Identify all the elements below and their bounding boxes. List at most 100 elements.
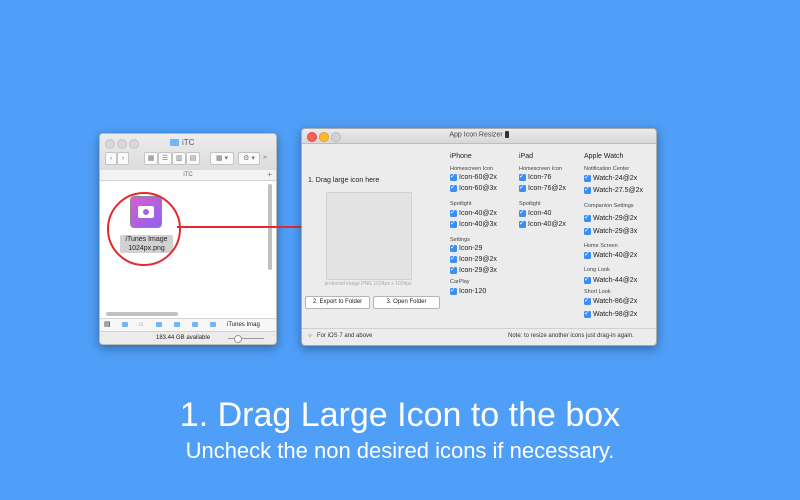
checkbox-checked-icon bbox=[584, 296, 591, 305]
checkbox-watch-40-2x[interactable]: Watch-40@2x bbox=[584, 250, 638, 259]
checkbox-label: Icon-40@2x bbox=[528, 221, 566, 228]
checkbox-icon-60-3x[interactable]: Icon-60@3x bbox=[450, 183, 497, 192]
slider-knob[interactable] bbox=[234, 335, 242, 343]
checkbox-watch-27-5-2x[interactable]: Watch-27.5@2x bbox=[584, 185, 643, 194]
ios-version-note: For iOS 7 and above bbox=[317, 333, 373, 339]
open-folder-button[interactable]: 3. Open Folder bbox=[373, 296, 440, 309]
icon-view-button[interactable]: ▦ bbox=[144, 152, 158, 165]
headline-caption: 1. Drag Large Icon to the box bbox=[179, 396, 621, 434]
app-title: App Icon Resizer bbox=[302, 131, 656, 138]
arrange-button[interactable]: ▦ ▾ bbox=[210, 152, 234, 165]
path-header: iTC bbox=[100, 170, 276, 181]
checkbox-checked-icon bbox=[450, 172, 457, 181]
checkbox-label: Icon-76 bbox=[528, 174, 552, 181]
path-folder-icon[interactable] bbox=[122, 322, 128, 327]
path-folder-icon[interactable] bbox=[192, 322, 198, 327]
iphone-spotlight-label: Spotlight bbox=[450, 201, 472, 207]
icon-drop-zone[interactable] bbox=[326, 192, 412, 280]
checkbox-icon-29[interactable]: Icon-29 bbox=[450, 243, 483, 252]
zoom-button[interactable] bbox=[129, 139, 139, 149]
back-button[interactable]: ‹ bbox=[105, 152, 117, 165]
watch-notification-label: Notification Center bbox=[584, 166, 630, 172]
checkbox-icon-76[interactable]: Icon-76 bbox=[519, 172, 552, 181]
checkbox-label: Icon-40 bbox=[528, 210, 552, 217]
watch-companion-label: Companion Settings bbox=[584, 203, 634, 209]
checkbox-checked-icon bbox=[519, 208, 526, 217]
checkbox-checked-icon bbox=[519, 183, 526, 192]
checkbox-label: Icon-29@2x bbox=[459, 256, 497, 263]
checkbox-watch-44-2x[interactable]: Watch-44@2x bbox=[584, 275, 637, 284]
export-to-folder-button[interactable]: 2. Export to Folder bbox=[305, 296, 370, 309]
checkbox-checked-icon bbox=[450, 265, 457, 274]
checkbox-checked-icon bbox=[584, 213, 591, 222]
overflow-chevron-icon[interactable]: » bbox=[263, 154, 267, 161]
status-bar: 183.44 GB available bbox=[100, 331, 276, 344]
checkbox-checked-icon bbox=[584, 250, 591, 259]
action-gear-icon[interactable]: ⚙ ▾ bbox=[238, 152, 260, 165]
preferred-size-hint: preferred image PNG 1024px x 1024px bbox=[324, 281, 412, 287]
path-folder-icon[interactable] bbox=[210, 322, 216, 327]
checkbox-label: Icon-29 bbox=[459, 245, 483, 252]
checkbox-checked-icon bbox=[584, 185, 591, 194]
disk-space-label: 183.44 GB available bbox=[156, 335, 211, 341]
path-bar: ▤ ⌂ iTunes Imag bbox=[100, 318, 276, 331]
footer-divider bbox=[302, 328, 656, 329]
checkbox-label: Watch-24@2x bbox=[593, 175, 638, 182]
checkbox-watch-86-2x[interactable]: Watch-86@2x bbox=[584, 296, 637, 305]
checkbox-label: Icon-40@3x bbox=[459, 221, 497, 228]
checkbox-checked-icon bbox=[584, 226, 591, 235]
app-icon-resizer-window: App Icon Resizer 1. Drag large icon here… bbox=[301, 128, 657, 346]
path-folder-icon[interactable] bbox=[156, 322, 162, 327]
checkbox-label: Icon-60@3x bbox=[459, 185, 497, 192]
iphone-carplay-label: CarPlay bbox=[450, 279, 470, 285]
disk-icon: ▤ bbox=[104, 321, 111, 328]
drag-instruction: 1. Drag large icon here bbox=[308, 177, 380, 184]
checkbox-icon-29-2x[interactable]: Icon-29@2x bbox=[450, 254, 497, 263]
checkbox-label: Icon-120 bbox=[459, 288, 487, 295]
checkbox-icon-76-2x[interactable]: Icon-76@2x bbox=[519, 183, 566, 192]
checkbox-label: Watch-40@2x bbox=[593, 252, 638, 259]
checkbox-watch-24-2x[interactable]: Watch-24@2x bbox=[584, 173, 638, 182]
minimize-button[interactable] bbox=[117, 139, 127, 149]
finder-title: iTC bbox=[170, 138, 194, 147]
checkbox-icon-40[interactable]: Icon-40 bbox=[519, 208, 552, 217]
checkbox-watch-29-2x[interactable]: Watch-29@2x bbox=[584, 213, 638, 222]
app-titlebar: App Icon Resizer bbox=[302, 129, 656, 144]
checkbox-checked-icon bbox=[584, 173, 591, 182]
checkbox-checked-icon bbox=[584, 309, 591, 318]
close-button[interactable] bbox=[105, 139, 115, 149]
apple-watch-header: Apple Watch bbox=[584, 153, 624, 160]
finder-title-text: iTC bbox=[182, 138, 195, 147]
watch-home-label: Home Screen bbox=[584, 243, 618, 249]
checkbox-icon-60-2x[interactable]: Icon-60@2x bbox=[450, 172, 497, 181]
add-tab-icon[interactable]: + bbox=[267, 170, 272, 180]
checkbox-icon-29-3x[interactable]: Icon-29@3x bbox=[450, 265, 497, 274]
phone-icon bbox=[504, 131, 509, 138]
path-last-item[interactable]: iTunes Imag bbox=[227, 319, 260, 331]
checkbox-watch-98-2x[interactable]: Watch-98@2x bbox=[584, 309, 637, 318]
horizontal-scrollbar[interactable] bbox=[106, 312, 178, 316]
checkbox-icon-40-3x[interactable]: Icon-40@3x bbox=[450, 219, 497, 228]
path-folder-icon[interactable] bbox=[174, 322, 180, 327]
checkbox-checked-icon bbox=[450, 208, 457, 217]
checkbox-watch-29-3x[interactable]: Watch-29@3x bbox=[584, 226, 637, 235]
ipad-spotlight-label: Spotlight bbox=[519, 201, 541, 207]
checkbox-icon-40-2x-ipad[interactable]: Icon-40@2x bbox=[519, 219, 566, 228]
column-view-button[interactable]: ▥ bbox=[172, 152, 186, 165]
list-view-button[interactable]: ☰ bbox=[158, 152, 172, 165]
home-icon[interactable]: ⌂ bbox=[139, 319, 143, 331]
checkbox-icon-120[interactable]: Icon-120 bbox=[450, 286, 487, 295]
iphone-homescreen-label: Homescreen Icon bbox=[450, 166, 494, 172]
forward-button[interactable]: › bbox=[117, 152, 129, 165]
highlight-circle bbox=[107, 192, 181, 266]
coverflow-view-button[interactable]: ▤ bbox=[186, 152, 200, 165]
checkbox-icon-40-2x[interactable]: Icon-40@2x bbox=[450, 208, 497, 217]
checkbox-label: Watch-29@2x bbox=[593, 215, 638, 222]
finder-titlebar: iTC ‹ › ▦ ☰ ▥ ▤ ▦ ▾ ⚙ ▾ » iTC + bbox=[100, 134, 276, 181]
app-title-text: App Icon Resizer bbox=[449, 131, 503, 139]
checkbox-label: Icon-60@2x bbox=[459, 174, 497, 181]
checkbox-checked-icon bbox=[450, 219, 457, 228]
checkbox-checked-icon bbox=[519, 219, 526, 228]
ipad-homescreen-label: Homescreen Icon bbox=[519, 166, 563, 172]
checkbox-checked-icon bbox=[450, 243, 457, 252]
